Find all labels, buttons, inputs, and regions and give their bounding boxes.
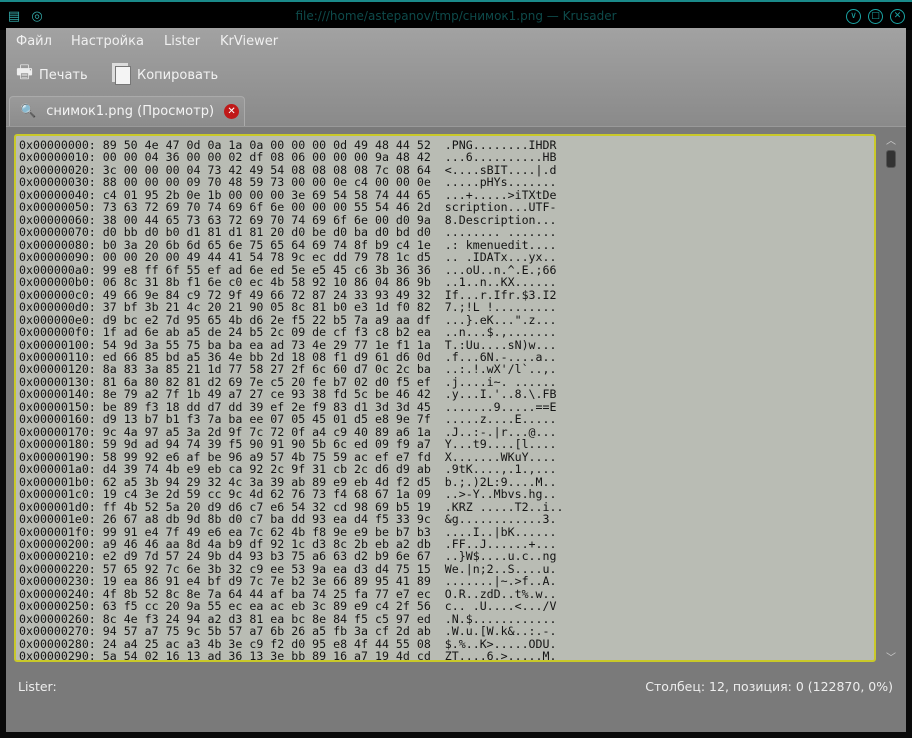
menubar: Файл Настройка Lister KrViewer 🖶 Печать …	[6, 28, 906, 126]
print-button[interactable]: 🖶 Печать	[16, 62, 88, 86]
status-position: Столбец: 12, позиция: 0 (122870, 0%)	[645, 679, 893, 694]
magnifier-icon: 🔍	[20, 104, 37, 119]
copy-icon	[115, 65, 131, 85]
tab-label: снимок1.png (Просмотр)	[46, 104, 215, 119]
hex-row: 0x00000290: 5a 54 02 16 13 ad 36 13 3e b…	[19, 649, 563, 662]
minimize-icon[interactable]: ∨	[846, 9, 861, 24]
hex-address: 0x00000290:	[19, 649, 96, 662]
printer-icon: 🖶	[16, 62, 33, 83]
print-label: Печать	[39, 67, 88, 83]
close-tab-icon[interactable]: ✕	[224, 104, 240, 119]
copy-label: Копировать	[137, 67, 219, 83]
divider	[6, 126, 906, 127]
scroll-up-icon[interactable]: ︿	[884, 132, 898, 147]
status-left: Lister:	[18, 679, 57, 694]
scroll-down-icon[interactable]: ﹀	[884, 649, 898, 664]
hex-ascii: ZT....6.>.....M.	[444, 649, 557, 662]
window-body: Файл Настройка Lister KrViewer 🖶 Печать …	[6, 28, 906, 732]
close-window-icon[interactable]: ✕	[890, 9, 905, 24]
copy-button[interactable]: Копировать	[115, 64, 218, 86]
hex-viewer[interactable]: 0x00000000: 89 50 4e 47 0d 0a 1a 0a 00 0…	[14, 134, 876, 662]
window-title: file:///home/astepanov/tmp/снимок1.png —…	[295, 9, 617, 23]
maximize-icon[interactable]: □	[868, 9, 883, 24]
hex-dump: 0x00000000: 89 50 4e 47 0d 0a 1a 0a 00 0…	[19, 139, 563, 662]
menu-krviewer[interactable]: KrViewer	[220, 34, 278, 49]
menu-settings[interactable]: Настройка	[71, 34, 144, 49]
vertical-scrollbar[interactable]: ︿ ﹀	[884, 136, 898, 664]
scrollbar-thumb[interactable]	[886, 150, 896, 168]
menu-file[interactable]: Файл	[16, 34, 52, 49]
title-bar: ▤ ◎ file:///home/astepanov/tmp/снимок1.p…	[0, 0, 912, 30]
tab-viewer[interactable]: 🔍 снимок1.png (Просмотр) ✕	[9, 96, 245, 126]
menu-lister[interactable]: Lister	[164, 34, 200, 49]
hex-bytes: 5a 54 02 16 13 ad 36 13 3e bb 89 16 a7 1…	[102, 649, 431, 662]
